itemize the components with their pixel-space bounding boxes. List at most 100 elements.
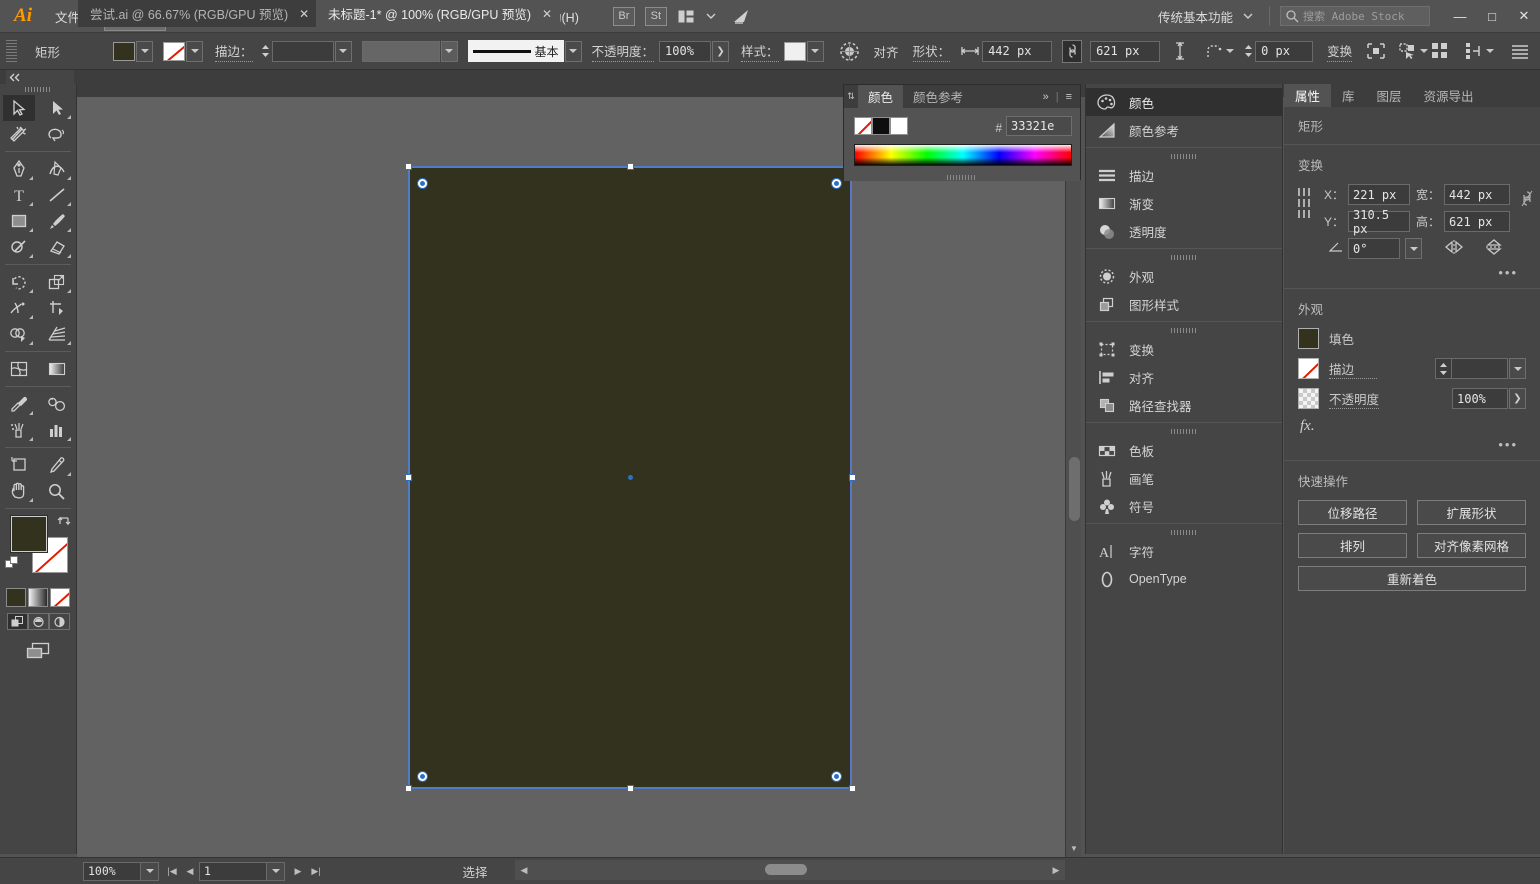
appearance-fill-swatch[interactable] <box>1298 328 1319 349</box>
appearance-opacity-expand[interactable]: ❯ <box>1509 388 1526 409</box>
hex-input[interactable]: 33321e <box>1006 116 1072 136</box>
recolor-artwork-icon[interactable] <box>838 39 862 63</box>
properties-tab-1[interactable]: 库 <box>1331 84 1366 107</box>
properties-tab-2[interactable]: 图层 <box>1366 84 1413 107</box>
symbol-sprayer-tool[interactable] <box>3 417 35 443</box>
quick-action-button-4[interactable]: 重新着色 <box>1298 566 1526 591</box>
isolate-selected-icon[interactable] <box>1364 39 1388 63</box>
handle-middle-left[interactable] <box>405 474 412 481</box>
quick-action-button-0[interactable]: 位移路径 <box>1298 500 1407 525</box>
canvas-vertical-scrollbar[interactable]: ▲ ▼ <box>1065 97 1081 857</box>
flip-horizontal-icon[interactable] <box>1444 239 1464 258</box>
opacity-label[interactable]: 不透明度： <box>591 41 655 62</box>
style-label[interactable]: 样式： <box>741 41 779 62</box>
width-tool[interactable] <box>3 295 35 321</box>
ref-mr[interactable] <box>1308 199 1310 207</box>
free-transform-tool[interactable] <box>41 295 73 321</box>
opacity-expand[interactable]: ❯ <box>712 40 730 62</box>
color-panel-expand-icon[interactable]: » <box>1043 91 1049 103</box>
draw-inside-button[interactable] <box>48 613 70 630</box>
dock-item-pathfinder[interactable]: 路径查找器 <box>1086 391 1282 419</box>
canvas-area[interactable]: 🎄 竹鹿鸶 <box>77 97 1065 857</box>
appearance-stroke-input[interactable] <box>1452 358 1508 379</box>
lock-proportions-button[interactable] <box>1062 39 1083 63</box>
handle-top-left[interactable] <box>405 163 412 170</box>
dock-group-grip[interactable] <box>1086 426 1282 436</box>
color-swatch-white[interactable] <box>890 117 908 135</box>
handle-bottom-center[interactable] <box>627 785 634 792</box>
brush-definition-control[interactable]: 基本 <box>467 40 582 62</box>
shape-builder-tool[interactable] <box>3 321 35 347</box>
selection-tool[interactable] <box>3 95 35 121</box>
ref-tc[interactable] <box>1303 188 1305 196</box>
gradient-tool[interactable] <box>41 356 73 382</box>
shape-label[interactable]: 形状： <box>912 41 951 62</box>
arrange-chevron-down-icon[interactable] <box>706 13 716 20</box>
appearance-opacity-swatch[interactable] <box>1298 388 1319 409</box>
tools-panel-grip[interactable] <box>0 84 76 95</box>
shaper-tool[interactable] <box>3 234 35 260</box>
swap-fill-stroke-icon[interactable] <box>57 514 71 531</box>
select-similar-icon[interactable] <box>1396 39 1420 63</box>
zoom-level-dropdown[interactable] <box>141 861 159 881</box>
align-label[interactable]: 对齐 <box>874 42 899 61</box>
color-panel-bottom-grip[interactable] <box>844 174 1080 180</box>
home-screen-icon[interactable] <box>732 8 751 25</box>
angle-input[interactable]: 0° <box>1348 238 1400 259</box>
stroke-profile-dropdown[interactable] <box>440 40 458 62</box>
brush-definition-field[interactable]: 基本 <box>467 40 564 62</box>
mesh-tool[interactable] <box>3 356 35 382</box>
column-graph-tool[interactable] <box>41 417 73 443</box>
arrange-objects-icon[interactable] <box>1462 39 1486 63</box>
last-artboard-button[interactable]: ▶| <box>307 866 325 877</box>
appearance-more-options[interactable]: ••• <box>1298 437 1526 452</box>
close-button[interactable]: ✕ <box>1508 0 1540 33</box>
properties-tab-0[interactable]: 属性 <box>1284 84 1332 107</box>
slice-tool[interactable] <box>41 452 73 478</box>
hand-tool[interactable] <box>3 478 35 504</box>
perspective-grid-tool[interactable] <box>41 321 73 347</box>
scroll-down-icon[interactable]: ▼ <box>1066 841 1082 855</box>
stroke-weight-label[interactable]: 描边： <box>215 41 253 62</box>
dock-item-graphic-styles[interactable]: 图形样式 <box>1086 290 1282 318</box>
dock-item-palette[interactable]: 颜色 <box>1086 88 1282 116</box>
transform-label[interactable]: 变换 <box>1327 41 1353 62</box>
control-bar-grip[interactable] <box>6 40 17 62</box>
bridge-button[interactable]: Br <box>612 6 635 26</box>
color-panel-tab-1[interactable]: 颜色参考 <box>903 85 973 108</box>
minimize-button[interactable]: — <box>1444 0 1476 33</box>
graphic-style-swatch[interactable] <box>783 41 806 61</box>
live-corner-widget-bottom-right[interactable] <box>832 772 841 781</box>
ref-tl[interactable] <box>1298 188 1300 196</box>
corner-chevron-down-icon[interactable] <box>1226 49 1235 53</box>
live-corner-widget-top-right[interactable] <box>832 179 841 188</box>
zoom-level-input[interactable]: 100% <box>83 861 141 881</box>
scale-tool[interactable] <box>41 269 73 295</box>
fill-swatch[interactable] <box>113 41 135 61</box>
magic-wand-tool[interactable] <box>3 121 35 147</box>
brush-dropdown[interactable] <box>564 40 582 62</box>
reference-point-selector[interactable] <box>1298 188 1310 218</box>
paintbrush-tool[interactable] <box>41 208 73 234</box>
dock-group-grip[interactable] <box>1086 151 1282 161</box>
handle-top-center[interactable] <box>627 163 634 170</box>
handle-bottom-left[interactable] <box>405 785 412 792</box>
lasso-tool[interactable] <box>41 121 73 147</box>
stock-button[interactable]: St <box>644 6 667 26</box>
fill-color-control[interactable] <box>113 40 153 62</box>
dock-group-grip[interactable] <box>1086 252 1282 262</box>
draw-normal-button[interactable] <box>6 613 28 630</box>
next-artboard-button[interactable]: ▶ <box>289 866 307 877</box>
direct-selection-tool[interactable] <box>41 95 73 121</box>
blend-tool[interactable] <box>41 391 73 417</box>
corner-radius-stepper[interactable] <box>1242 41 1255 62</box>
vertical-scroll-thumb[interactable] <box>1069 457 1080 521</box>
transform-more-options[interactable]: ••• <box>1298 265 1526 280</box>
curvature-tool[interactable] <box>41 156 73 182</box>
document-tab-1[interactable]: 未标题-1* @ 100% (RGB/GPU 预览) ✕ <box>316 0 561 27</box>
opacity-value[interactable]: 100% <box>659 40 712 62</box>
ref-mc[interactable] <box>1303 199 1305 207</box>
default-fill-stroke-icon[interactable] <box>5 556 20 574</box>
dock-item-opentype[interactable]: OpenType <box>1086 565 1282 593</box>
shape-height-value[interactable]: 621 px <box>1090 40 1161 62</box>
